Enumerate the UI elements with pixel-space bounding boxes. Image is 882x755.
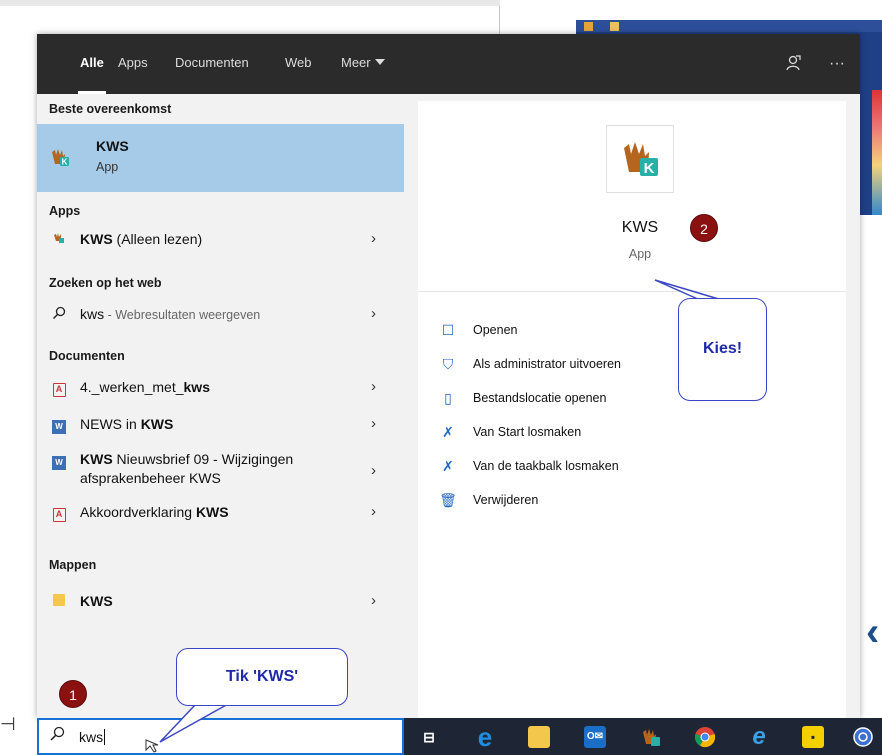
annotation-callout-type: Tik 'KWS': [176, 648, 348, 706]
annotation-callout-choose: Kies!: [678, 298, 767, 401]
annotation-step-badge: 1: [59, 680, 87, 708]
annotation-step-badge: 2: [690, 214, 718, 242]
